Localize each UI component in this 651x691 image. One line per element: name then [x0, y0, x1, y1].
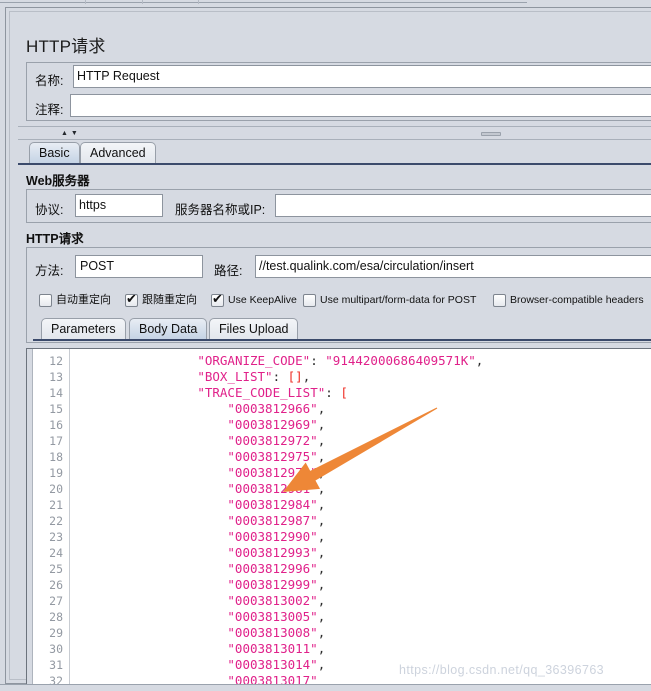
- line-number: 24: [49, 546, 63, 560]
- line-number: 25: [49, 562, 63, 576]
- line-number: 20: [49, 482, 63, 496]
- line-number: 21: [49, 498, 63, 512]
- host-label: 服务器名称或IP:: [175, 203, 266, 217]
- code-line[interactable]: "TRACE_CODE_LIST": [: [197, 385, 348, 401]
- webserver-heading: Web服务器: [26, 174, 90, 188]
- line-number: 30: [49, 642, 63, 656]
- request-panel: HTTP请求 名称: HTTP Request 注释: ▲▼ Basic Adv…: [5, 7, 651, 688]
- option-label: Use multipart/form-data for POST: [320, 294, 477, 306]
- checkbox-checked-icon[interactable]: [125, 291, 138, 307]
- line-number: 19: [49, 466, 63, 480]
- line-number: 28: [49, 610, 63, 624]
- line-number: 16: [49, 418, 63, 432]
- divider-collapse-arrows[interactable]: ▲▼: [61, 130, 81, 137]
- method-select[interactable]: POST: [75, 255, 203, 278]
- watermark-text: https://blog.csdn.net/qq_36396763: [399, 663, 605, 677]
- webserver-group: 协议: https 服务器名称或IP:: [26, 189, 651, 223]
- path-label: 路径:: [214, 264, 243, 278]
- code-line[interactable]: "0003813005",: [227, 609, 325, 625]
- code-line[interactable]: "0003813011",: [227, 641, 325, 657]
- code-line[interactable]: "0003812981",: [227, 481, 325, 497]
- line-number: 22: [49, 514, 63, 528]
- code-line[interactable]: "0003812966",: [227, 401, 325, 417]
- main-tab-underline: [18, 163, 651, 165]
- method-label: 方法:: [35, 264, 64, 278]
- code-line[interactable]: "0003812972",: [227, 433, 325, 449]
- option-label: 跟随重定向: [142, 294, 197, 306]
- checkbox-icon[interactable]: [39, 294, 52, 307]
- split-pane-divider[interactable]: ▲▼: [18, 126, 651, 141]
- top-ruler-strip: [0, 0, 651, 6]
- body-tab-strip: Parameters Body Data Files Upload: [41, 318, 651, 340]
- code-line[interactable]: "0003812993",: [227, 545, 325, 561]
- code-line[interactable]: "BOX_LIST": [],: [197, 369, 310, 385]
- line-number: 31: [49, 658, 63, 672]
- line-number: 29: [49, 626, 63, 640]
- code-line[interactable]: "0003812990",: [227, 529, 325, 545]
- name-input[interactable]: HTTP Request: [73, 65, 651, 88]
- name-comment-group: 名称: HTTP Request 注释:: [26, 62, 651, 121]
- line-number: 14: [49, 386, 63, 400]
- httprequest-heading: HTTP请求: [26, 232, 84, 246]
- line-number: 15: [49, 402, 63, 416]
- code-line[interactable]: "0003813008",: [227, 625, 325, 641]
- code-line[interactable]: "0003813002",: [227, 593, 325, 609]
- checkbox-icon[interactable]: [303, 294, 316, 307]
- code-line[interactable]: "0003813014",: [227, 657, 325, 673]
- line-number: 18: [49, 450, 63, 464]
- body-tab-underline: [33, 339, 651, 341]
- protocol-label: 协议:: [35, 203, 64, 217]
- body-data-editor[interactable]: 12 13 14 15 16 17 18 19 20 21 22 23 24 25 26 27 28 29 30 31…: [26, 348, 651, 688]
- request-options-row: 自动重定向 跟随重定向 Use KeepAlive Use multipart/…: [39, 291, 651, 309]
- option-label: 自动重定向: [56, 294, 111, 306]
- checkbox-checked-icon[interactable]: [211, 291, 224, 307]
- httprequest-group: 方法: POST 路径: //test.qualink.com/esa/circ…: [26, 247, 651, 343]
- editor-line-number-gutter: 12 13 14 15 16 17 18 19 20 21 22 23 24 25 26 27 28 29 30 31…: [34, 349, 70, 687]
- comment-label: 注释:: [35, 103, 64, 117]
- tab-parameters[interactable]: Parameters: [41, 318, 126, 340]
- code-line[interactable]: "0003812984",: [227, 497, 325, 513]
- tab-advanced[interactable]: Advanced: [80, 142, 156, 164]
- code-line[interactable]: "ORGANIZE_CODE": "91442000686409571K",: [197, 353, 483, 369]
- tab-basic[interactable]: Basic: [29, 142, 80, 164]
- line-number: 13: [49, 370, 63, 384]
- line-number: 27: [49, 594, 63, 608]
- name-label: 名称:: [35, 74, 64, 88]
- code-line[interactable]: "0003812978",: [227, 465, 325, 481]
- path-input[interactable]: //test.qualink.com/esa/circulation/inser…: [255, 255, 651, 278]
- editor-viewport[interactable]: 12 13 14 15 16 17 18 19 20 21 22 23 24 25 26 27 28 29 30 31…: [34, 349, 651, 687]
- code-line[interactable]: "0003812975",: [227, 449, 325, 465]
- checkbox-icon[interactable]: [493, 294, 506, 307]
- code-line[interactable]: "0003812969",: [227, 417, 325, 433]
- jmeter-http-request-panel: HTTP请求 名称: HTTP Request 注释: ▲▼ Basic Adv…: [0, 0, 651, 691]
- code-line[interactable]: "0003812999",: [227, 577, 325, 593]
- code-line[interactable]: "0003812996",: [227, 561, 325, 577]
- editor-left-stripe: [27, 349, 33, 687]
- editor-code-area[interactable]: "ORGANIZE_CODE": "91442000686409571K", "B…: [71, 349, 651, 687]
- line-number: 12: [49, 354, 63, 368]
- protocol-input[interactable]: https: [75, 194, 163, 217]
- line-number: 17: [49, 434, 63, 448]
- option-label: Browser-compatible headers: [510, 294, 644, 306]
- divider-grip[interactable]: [481, 132, 501, 136]
- bottom-edge: [0, 684, 651, 691]
- line-number: 26: [49, 578, 63, 592]
- code-line[interactable]: "0003812987",: [227, 513, 325, 529]
- comment-input[interactable]: [70, 94, 651, 117]
- host-input[interactable]: [275, 194, 651, 217]
- tab-body-data[interactable]: Body Data: [129, 318, 208, 340]
- option-label: Use KeepAlive: [228, 294, 297, 306]
- tab-files-upload[interactable]: Files Upload: [209, 318, 299, 340]
- request-panel-inner: HTTP请求 名称: HTTP Request 注释: ▲▼ Basic Adv…: [9, 11, 651, 688]
- main-tab-strip: Basic Advanced: [29, 142, 649, 164]
- line-number: 23: [49, 530, 63, 544]
- page-title: HTTP请求: [26, 37, 106, 56]
